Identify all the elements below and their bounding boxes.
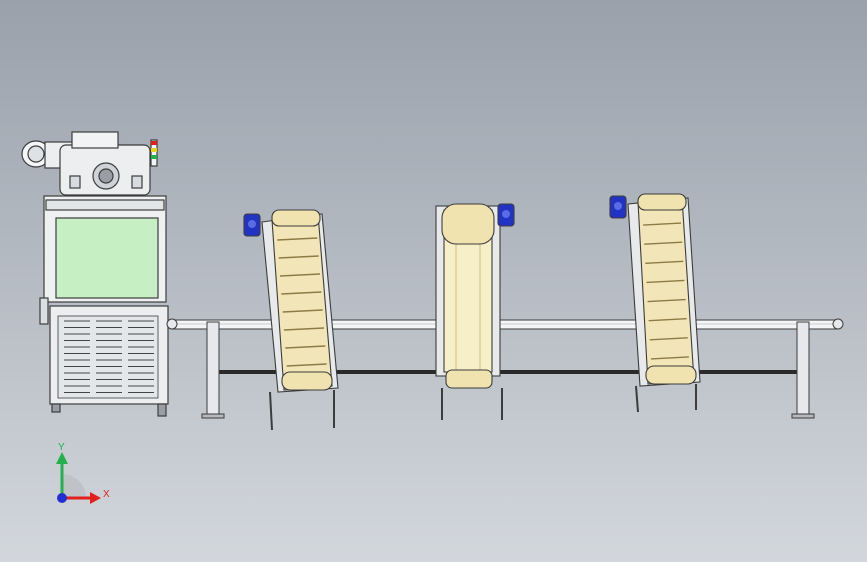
- head-pulley: [271, 209, 321, 227]
- inclined-conveyor-right: [609, 193, 701, 413]
- machine-foot: [51, 403, 61, 413]
- viewing-window: [55, 217, 159, 299]
- support-rail: [166, 318, 844, 419]
- top-cap: [71, 131, 119, 149]
- orientation-triad: Y X: [56, 442, 110, 504]
- cad-viewport[interactable]: Y X: [0, 0, 867, 562]
- tail-pulley: [645, 365, 697, 385]
- machine-foot: [157, 403, 167, 417]
- processing-machine: [21, 131, 169, 417]
- tail-pulley: [281, 371, 333, 391]
- triad-arc: [62, 474, 86, 498]
- tail-pulley: [445, 369, 493, 389]
- rail-leg: [206, 321, 220, 417]
- rail-tube: [167, 319, 841, 330]
- drive-motor: [497, 203, 515, 227]
- drive-motor: [243, 213, 261, 237]
- x-axis-label: X: [103, 489, 110, 500]
- rail-leg: [796, 321, 810, 417]
- head-pulley: [637, 193, 687, 211]
- head-pulley: [441, 203, 495, 245]
- y-axis-label: Y: [58, 442, 65, 453]
- vertical-conveyor-center: [435, 203, 515, 420]
- z-axis-dot: [57, 493, 67, 503]
- drive-motor: [609, 195, 627, 219]
